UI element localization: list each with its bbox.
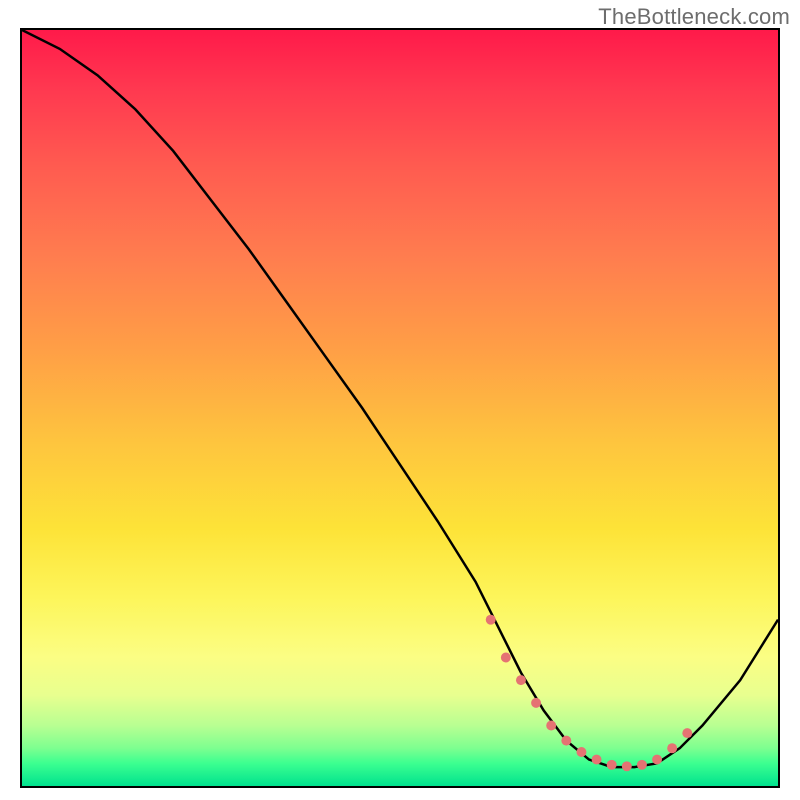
watermark-label: TheBottleneck.com xyxy=(598,4,790,30)
marker-dot xyxy=(576,747,586,757)
marker-dot xyxy=(531,698,541,708)
bottleneck-chart: TheBottleneck.com xyxy=(0,0,800,800)
marker-dot xyxy=(607,760,617,770)
bottleneck-curve xyxy=(22,30,778,767)
marker-dot xyxy=(546,721,556,731)
marker-dot xyxy=(486,615,496,625)
marker-dot xyxy=(516,675,526,685)
marker-dot xyxy=(637,760,647,770)
marker-dot xyxy=(682,728,692,738)
marker-dot xyxy=(667,743,677,753)
marker-dot xyxy=(561,736,571,746)
plot-area xyxy=(20,28,780,788)
marker-dot xyxy=(501,653,511,663)
curve-overlay xyxy=(22,30,778,786)
marker-dot xyxy=(652,755,662,765)
marker-dot xyxy=(592,755,602,765)
marker-group xyxy=(486,615,693,772)
marker-dot xyxy=(622,761,632,771)
